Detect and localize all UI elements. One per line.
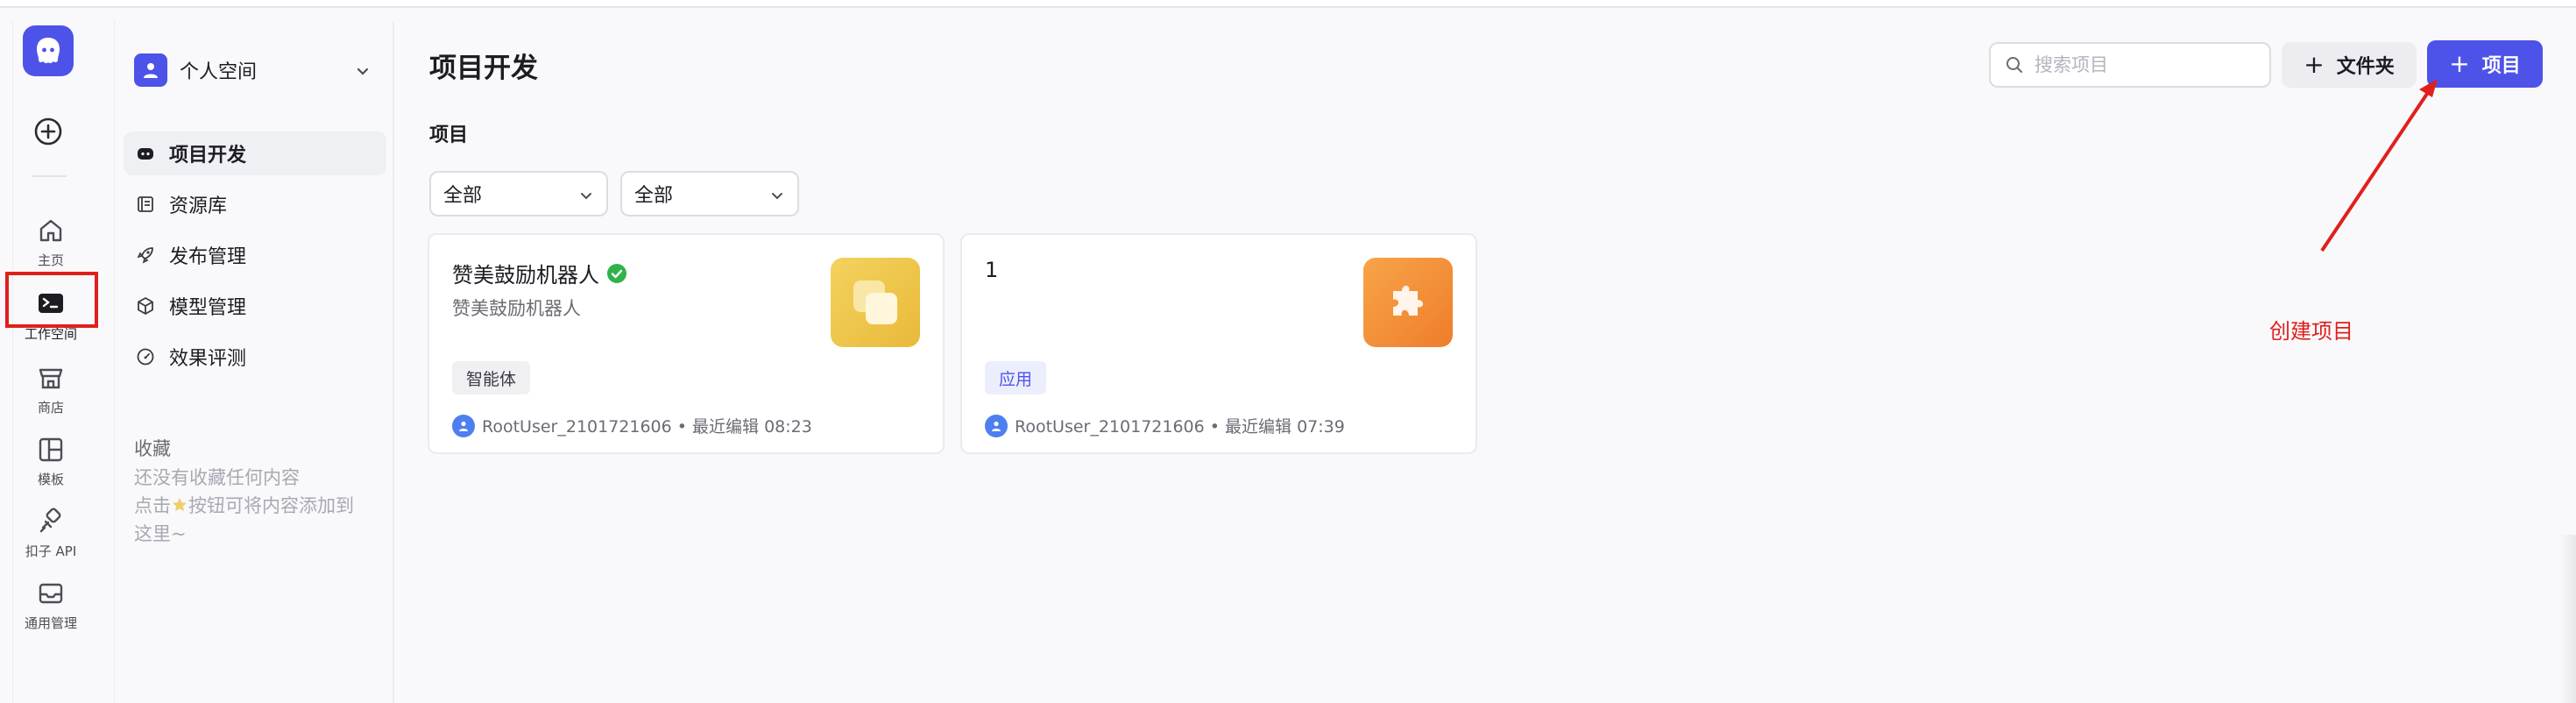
- edge-shadow: [2558, 535, 2576, 703]
- annotation-arrow: [2320, 79, 2438, 252]
- annotation-label: 创建项目: [2269, 319, 2353, 344]
